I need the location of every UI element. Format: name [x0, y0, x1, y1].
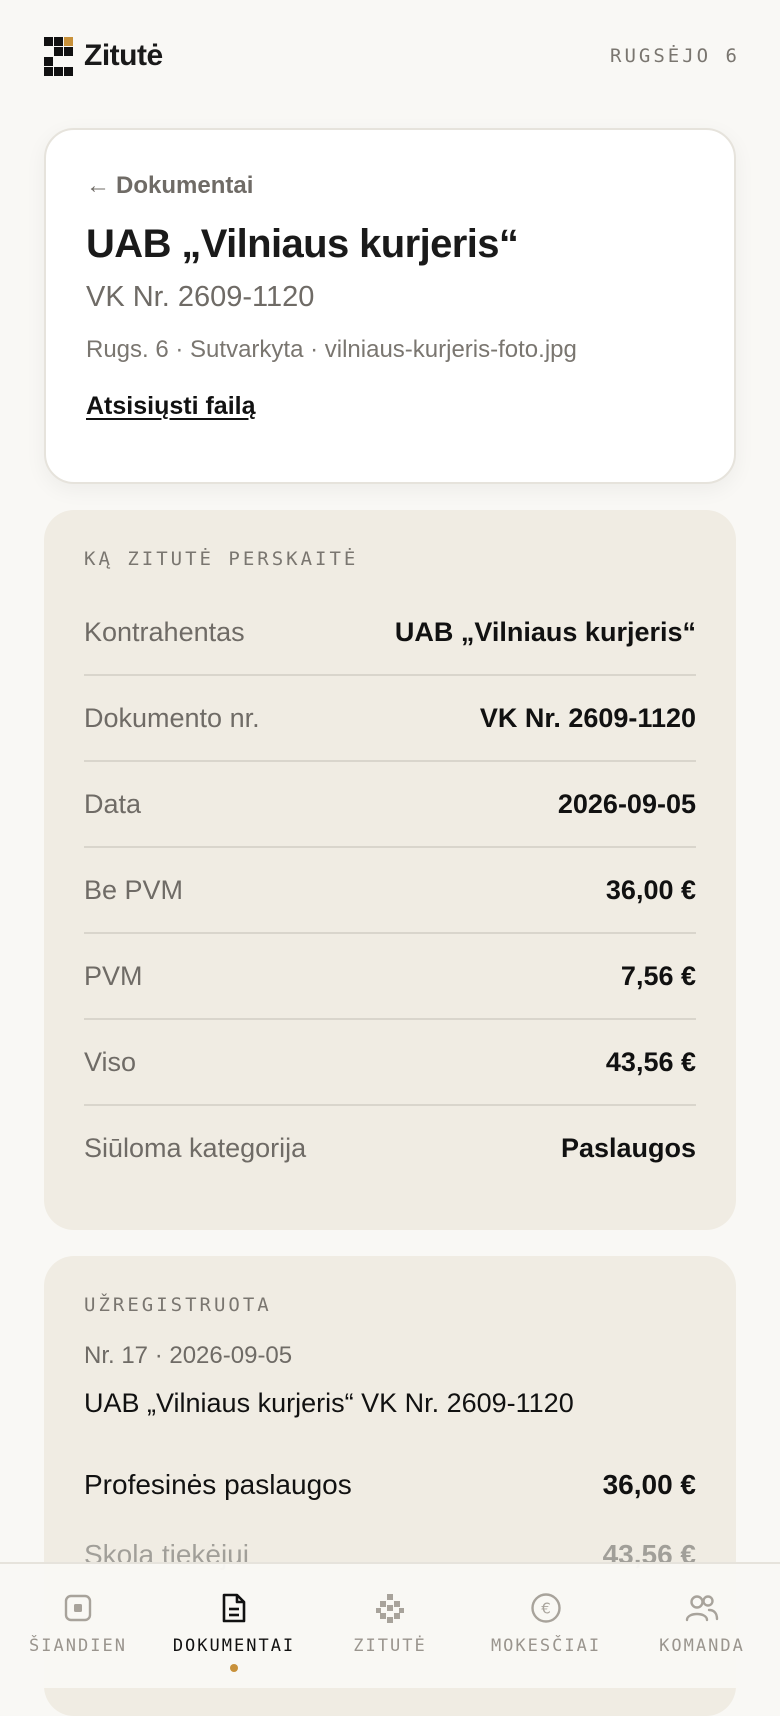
- nav-label: ZITUTĖ: [353, 1636, 427, 1656]
- field-label: Viso: [84, 1046, 137, 1077]
- svg-text:€: €: [541, 1600, 551, 1618]
- bottom-navigation: ŠIANDIEN DOKUMENTAI ZITUTĖ € MOKESČIAI K…: [0, 1562, 780, 1688]
- registered-line-value: 36,00 €: [602, 1469, 696, 1500]
- today-icon: [60, 1590, 96, 1626]
- field-label: Kontrahentas: [84, 616, 245, 647]
- back-to-documents-link[interactable]: ← Dokumentai: [86, 172, 694, 200]
- registered-section-label: UŽREGISTRUOTA: [84, 1294, 272, 1316]
- back-arrow-icon: ←: [86, 172, 110, 199]
- app-header: Zitutė RUGSĖJO 6: [44, 36, 740, 76]
- document-icon: [216, 1590, 252, 1626]
- registered-line: Profesinės paslaugos 36,00 €: [84, 1469, 696, 1501]
- field-row-date: Data 2026-09-05: [84, 762, 696, 848]
- field-row-vat: PVM 7,56 €: [84, 934, 696, 1020]
- field-value: UAB „Vilniaus kurjeris“: [394, 616, 696, 647]
- field-label: PVM: [84, 960, 143, 991]
- zitute-logo-icon: [44, 37, 73, 76]
- nav-item-zitute[interactable]: ZITUTĖ: [315, 1590, 465, 1688]
- field-value: 7,56 €: [620, 960, 696, 991]
- field-label: Data: [84, 788, 142, 819]
- nav-label: KOMANDA: [659, 1636, 745, 1656]
- document-card: ← Dokumentai UAB „Vilniaus kurjeris“ VK N…: [44, 128, 736, 484]
- field-value: 43,56 €: [605, 1046, 696, 1077]
- field-row-net: Be PVM 36,00 €: [84, 848, 696, 934]
- field-row-category: Siūloma kategorija Paslaugos: [84, 1106, 696, 1190]
- field-label: Dokumento nr.: [84, 702, 260, 733]
- header-date: RUGSĖJO 6: [610, 45, 740, 67]
- nav-item-today[interactable]: ŠIANDIEN: [3, 1590, 153, 1688]
- document-meta: Rugs. 6 · Sutvarkyta · vilniaus-kurjeris…: [86, 336, 577, 363]
- euro-icon: €: [528, 1590, 564, 1626]
- field-value: VK Nr. 2609-1120: [479, 702, 696, 733]
- field-row-total: Viso 43,56 €: [84, 1020, 696, 1106]
- field-value: 36,00 €: [605, 874, 696, 905]
- nav-label: MOKESČIAI: [490, 1636, 602, 1656]
- field-row-document-number: Dokumento nr. VK Nr. 2609-1120: [84, 676, 696, 762]
- zitute-icon: [372, 1590, 408, 1626]
- read-section-label: KĄ ZITUTĖ PERSKAITĖ: [84, 548, 359, 570]
- field-value: 2026-09-05: [557, 788, 696, 819]
- team-icon: [684, 1590, 720, 1626]
- registered-line-label: Profesinės paslaugos: [84, 1469, 352, 1500]
- field-row-counterparty: Kontrahentas UAB „Vilniaus kurjeris“: [84, 590, 696, 676]
- nav-item-taxes[interactable]: € MOKESČIAI: [471, 1590, 621, 1688]
- registered-meta: Nr. 17 · 2026-09-05: [84, 1342, 293, 1369]
- field-value: Paslaugos: [560, 1132, 696, 1163]
- brand-name: Zitutė: [84, 39, 163, 72]
- nav-item-team[interactable]: KOMANDA: [627, 1590, 777, 1688]
- document-number: VK Nr. 2609-1120: [86, 281, 315, 313]
- field-label: Be PVM: [84, 874, 184, 905]
- nav-label: DOKUMENTAI: [172, 1636, 296, 1656]
- field-label: Siūloma kategorija: [84, 1132, 307, 1163]
- download-file-link[interactable]: Atsisiųsti failą: [86, 392, 256, 420]
- document-title: UAB „Vilniaus kurjeris“: [86, 222, 519, 266]
- active-indicator-dot: [230, 1664, 238, 1672]
- registered-title: UAB „Vilniaus kurjeris“ VK Nr. 2609-1120: [84, 1388, 574, 1418]
- read-fields-list: Kontrahentas UAB „Vilniaus kurjeris“ Dok…: [84, 590, 696, 1190]
- back-link-label: Dokumentai: [116, 172, 254, 199]
- brand[interactable]: Zitutė: [44, 37, 163, 76]
- nav-label: ŠIANDIEN: [29, 1636, 127, 1656]
- read-fields-panel: KĄ ZITUTĖ PERSKAITĖ Kontrahentas UAB „Vi…: [44, 510, 736, 1230]
- nav-item-documents[interactable]: DOKUMENTAI: [159, 1590, 309, 1688]
